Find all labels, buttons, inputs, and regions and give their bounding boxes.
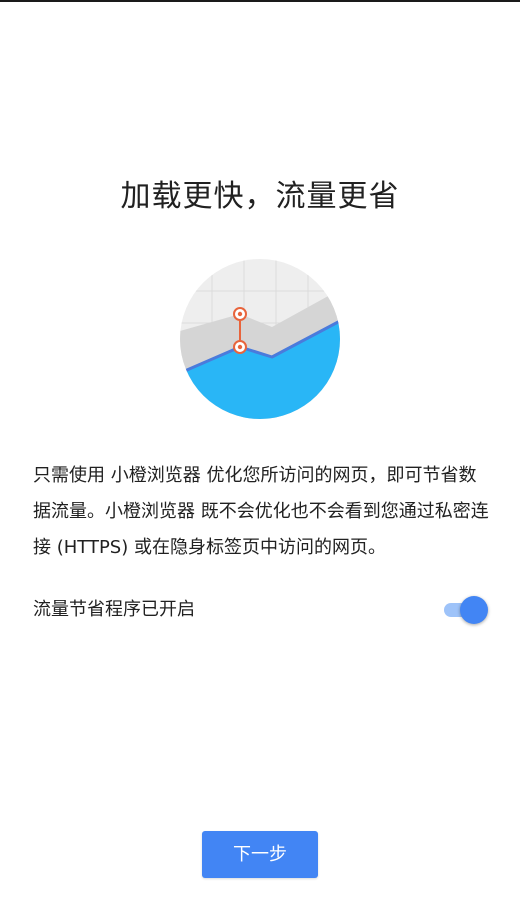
data-saver-toggle-switch[interactable]: [438, 596, 488, 624]
data-saver-toggle-label: 流量节省程序已开启: [33, 599, 195, 620]
feature-description: 只需使用 小橙浏览器 优化您所访问的网页，即可节省数据流量。小橙浏览器 既不会优…: [33, 465, 489, 558]
data-saver-onboarding-screen: 加载更快，流量更省 只需使用 小橙浏览器 优化您所访问的网页，即可节省数据流量。…: [0, 0, 520, 900]
next-button[interactable]: 下一步: [202, 831, 318, 878]
toggle-thumb: [460, 596, 488, 624]
data-saver-setting-row[interactable]: 流量节省程序已开启: [33, 592, 488, 628]
page-title: 加载更快，流量更省: [120, 179, 400, 214]
status-bar-edge: [0, 0, 520, 2]
data-savings-chart-icon: [180, 259, 340, 419]
